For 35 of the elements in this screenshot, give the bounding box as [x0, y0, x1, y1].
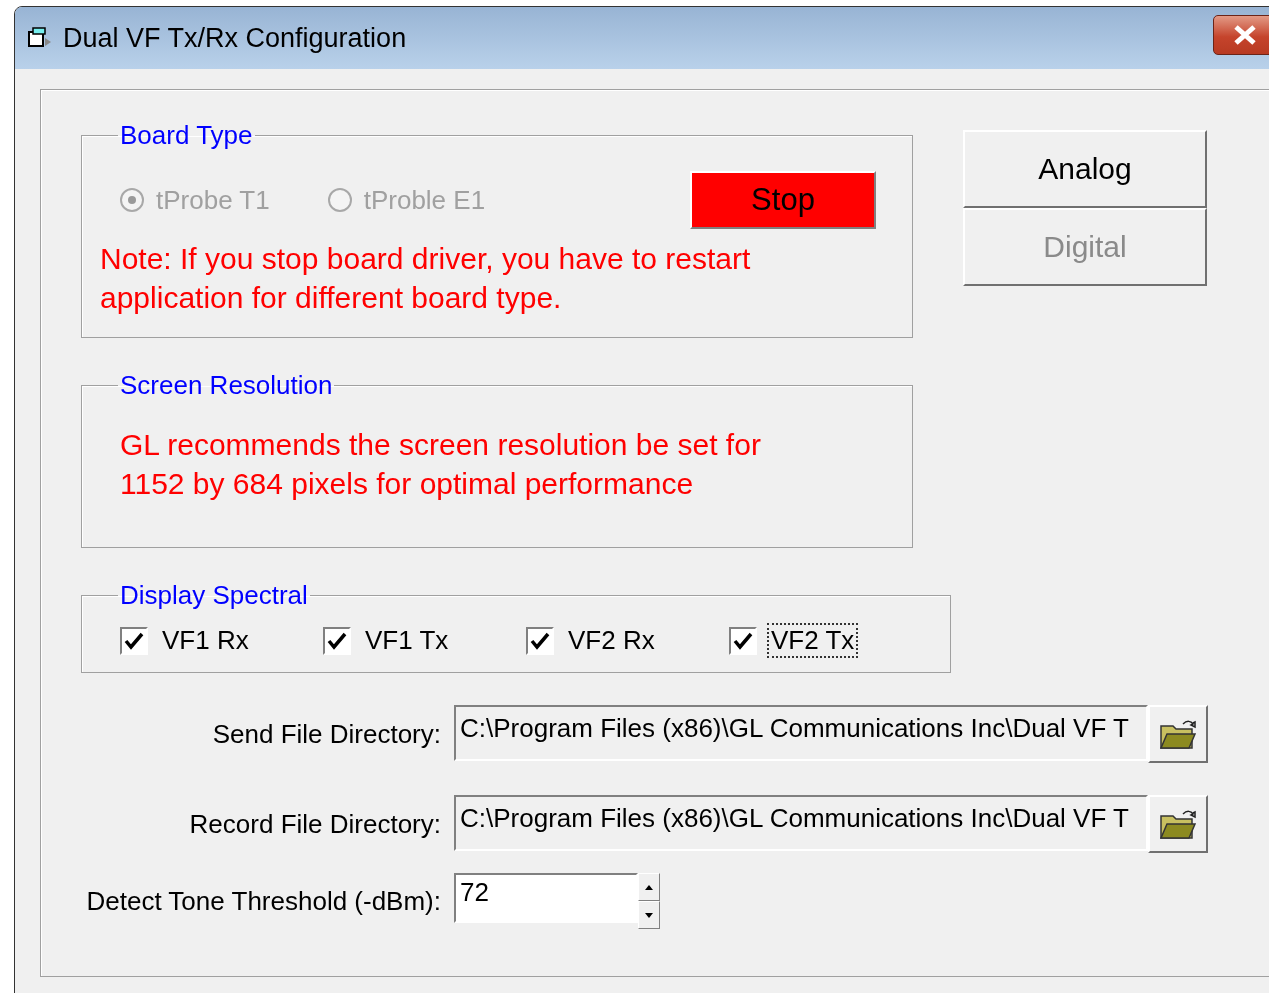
checkbox[interactable] [120, 626, 148, 655]
directory-field[interactable]: C:\Program Files (x86)\GL Communications Inc\Dual VF T [454, 705, 1148, 761]
resolution-message: GL recommends the screen resolution be set for 1152 by 684 pixels for optimal performance [119, 427, 762, 502]
field-label: Send File Directory: [212, 718, 441, 750]
spin-up-button[interactable] [638, 873, 660, 901]
checkbox-label: VF1 Rx [161, 625, 250, 656]
group-title: Display Spectral [119, 580, 309, 611]
folder-icon [1159, 718, 1197, 750]
checkbox-label: VF2 Rx [567, 625, 656, 656]
checkbox-label: VF2 Tx [769, 625, 857, 656]
field-label: Record File Directory: [189, 808, 441, 840]
checkbox[interactable] [526, 626, 554, 655]
stop-button[interactable]: Stop [690, 171, 876, 229]
browse-button[interactable] [1148, 795, 1208, 853]
group-title: Screen Resolution [119, 370, 334, 401]
window-title: Dual VF Tx/Rx Configuration [63, 22, 407, 54]
checkbox[interactable] [323, 626, 351, 655]
radio-label: tProble E1 [363, 184, 486, 216]
field-label: Detect Tone Threshold (-dBm): [86, 885, 441, 917]
note-text: Note: If you stop board driver, you have to restart application for different board type. [100, 241, 752, 316]
up-arrow-icon [645, 884, 653, 890]
folder-icon [1159, 808, 1197, 840]
down-arrow-icon [645, 912, 653, 918]
close-icon [1232, 25, 1258, 45]
directory-field[interactable]: C:\Program Files (x86)\GL Communications Inc\Dual VF T [454, 795, 1148, 851]
threshold-field[interactable]: 72 [454, 873, 638, 923]
radio-label: tProbe T1 [156, 184, 270, 216]
checkbox-label: VF1 Tx [364, 625, 450, 656]
checkbox[interactable] [729, 626, 757, 655]
mode-button[interactable]: Analog [963, 130, 1207, 208]
group-title: Board Type [119, 120, 254, 151]
close-button[interactable] [1213, 15, 1269, 55]
spin-down-button[interactable] [638, 901, 660, 929]
browse-button[interactable] [1148, 705, 1208, 763]
app-icon [27, 26, 53, 50]
